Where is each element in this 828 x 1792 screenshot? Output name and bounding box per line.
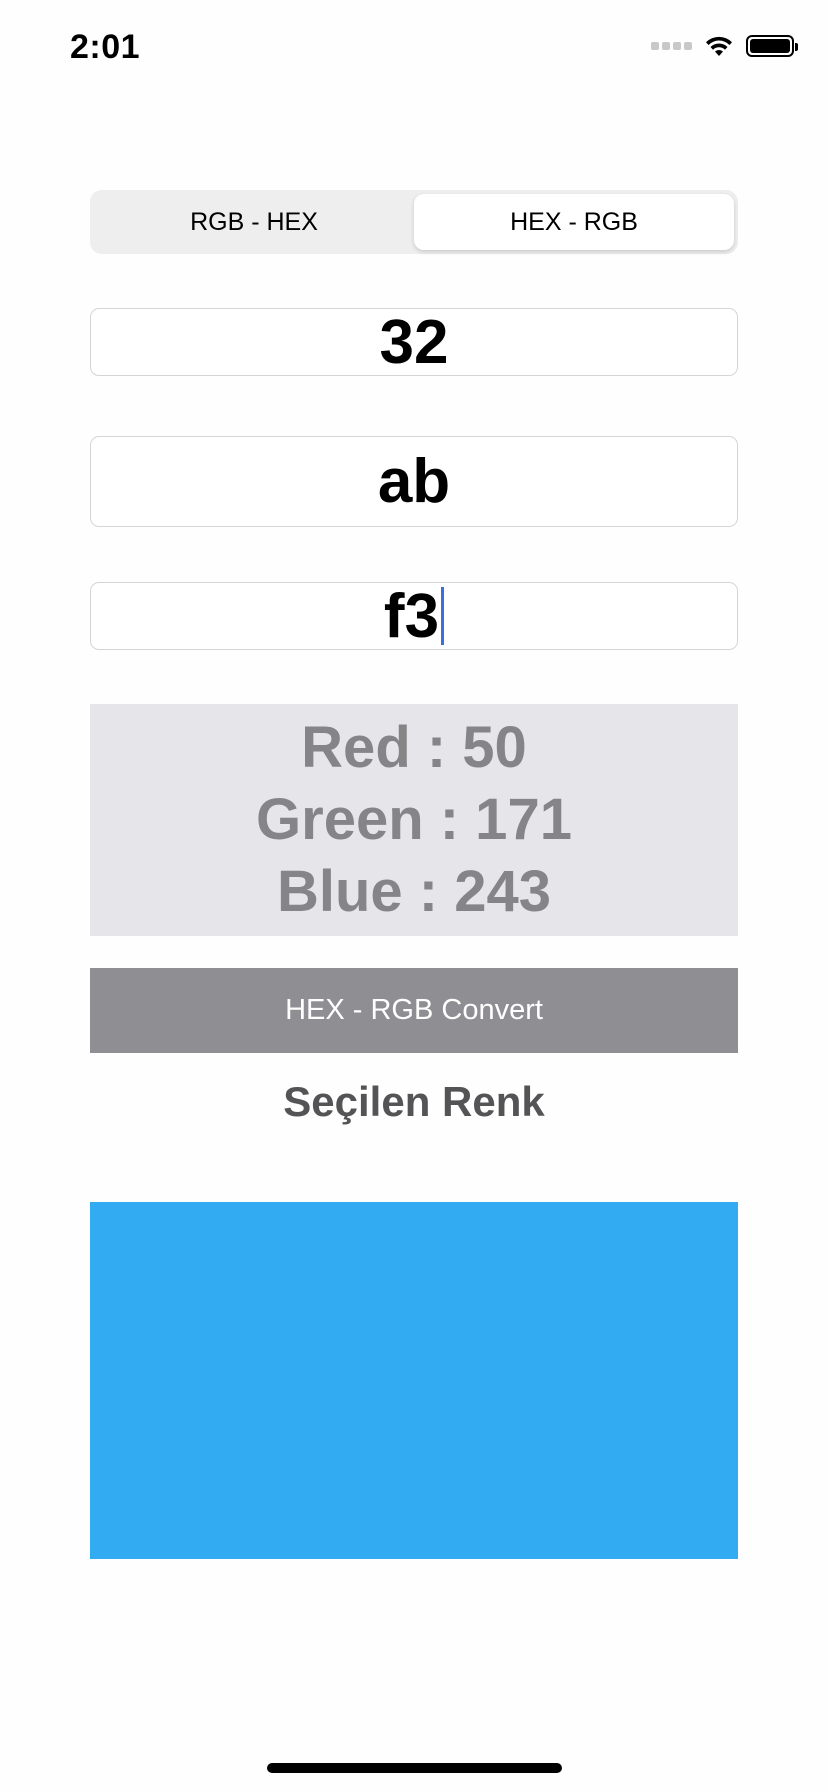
text-cursor: [441, 587, 445, 645]
red-hex-field[interactable]: 32: [90, 307, 738, 377]
status-time: 2:01: [70, 28, 141, 66]
color-preview-swatch: [90, 1202, 738, 1559]
home-indicator[interactable]: [267, 1763, 562, 1773]
green-hex-value: ab: [377, 447, 451, 516]
red-hex-value: 32: [379, 307, 449, 377]
result-green: Green : 171: [256, 787, 572, 852]
segment-rgb-hex[interactable]: RGB - HEX: [94, 194, 414, 250]
app-screen: 2:01 RGB - HEX HEX - RGB 32 ab f3 Red : …: [0, 0, 828, 1792]
status-icons: [651, 34, 798, 58]
green-hex-field[interactable]: ab: [90, 436, 738, 527]
mode-segmented-control[interactable]: RGB - HEX HEX - RGB: [90, 190, 738, 254]
convert-button[interactable]: HEX - RGB Convert: [90, 968, 738, 1053]
result-red: Red : 50: [301, 715, 527, 780]
blue-hex-value: f3: [383, 581, 440, 651]
wifi-icon: [706, 36, 732, 56]
rgb-result-box: Red : 50 Green : 171 Blue : 243: [90, 704, 738, 936]
blue-hex-field[interactable]: f3: [90, 581, 738, 651]
selected-color-label: Seçilen Renk: [283, 1078, 545, 1125]
segment-hex-rgb[interactable]: HEX - RGB: [414, 194, 734, 250]
cellular-signal-icon: [651, 42, 692, 50]
result-blue: Blue : 243: [277, 859, 551, 924]
battery-icon: [746, 35, 798, 57]
